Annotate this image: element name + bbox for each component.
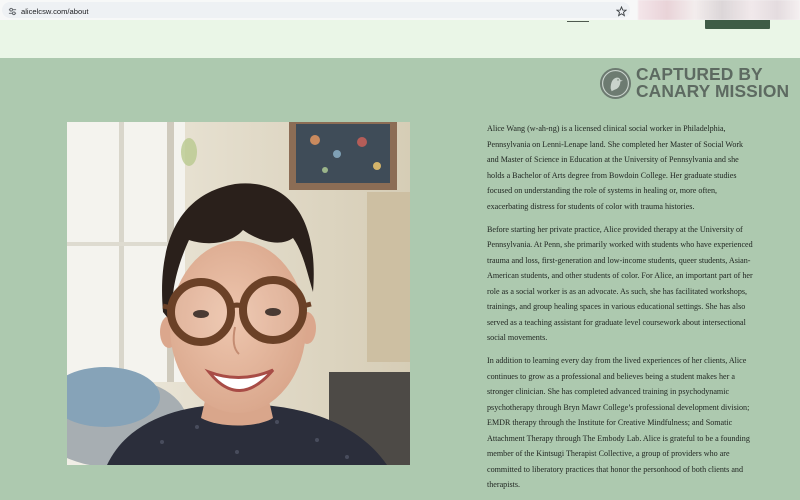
bio-line: served as a teaching assistant for gradu…	[487, 317, 746, 327]
tune-icon[interactable]	[8, 7, 17, 16]
bio-line: Before starting her private practice, Al…	[487, 224, 743, 234]
blurred-region	[638, 0, 800, 20]
bio-line: Pennsylvania. At Penn, she primarily wor…	[487, 240, 753, 249]
bio-line: Alice Wang (w-ah-ng) is a licensed clini…	[487, 124, 726, 133]
bio-line: EMDR therapy through the Institute for C…	[487, 418, 733, 427]
bio-line: American students, and other students of…	[487, 271, 753, 280]
bio-line: role as a social worker is as an advocat…	[487, 286, 748, 296]
bio-line: committed to liberatory practices that h…	[487, 464, 744, 474]
canary-bird-icon	[599, 67, 632, 100]
canary-mission-stamp: CAPTURED BY CANARY MISSION	[599, 65, 794, 104]
bio-line: social movements.	[487, 333, 548, 342]
plant	[181, 138, 197, 166]
bio-line: holds a Bachelor of Arts degree from Bow…	[487, 170, 737, 180]
browser-toolbar: alicelcsw.com/about	[0, 0, 800, 21]
bio-paragraph: Alice Wang (w-ah-ng) is a licensed clini…	[487, 121, 787, 214]
bio-paragraph: In addition to learning every day from t…	[487, 353, 787, 493]
bio-paragraph: Before starting her private practice, Al…	[487, 222, 787, 346]
bio-line: Attachment Therapy through The Embody La…	[487, 433, 750, 443]
address-bar[interactable]: alicelcsw.com/about	[2, 2, 630, 18]
bio-line: member of the Kintsugi Therapist Collect…	[487, 449, 730, 458]
bio-line: Pennsylvania on Lenni-Lenape land. She c…	[487, 139, 744, 149]
header-cta-button[interactable]	[705, 20, 770, 29]
bio-line: continues to grow as a professional and …	[487, 371, 735, 381]
bio-line: In addition to learning every day from t…	[487, 356, 747, 365]
bio-line: therapists.	[487, 480, 521, 489]
bio-line: psychotherapy through Bryn Mawr College’…	[487, 402, 750, 412]
bio-line: and Master of Science in Education at th…	[487, 155, 739, 164]
nav-link-underline[interactable]	[567, 21, 589, 22]
star-icon[interactable]	[616, 6, 627, 17]
site-header	[0, 20, 800, 58]
bio-text: Alice Wang (w-ah-ng) is a licensed clini…	[487, 121, 787, 500]
bio-line: trauma and loss, first-generation and lo…	[487, 255, 751, 265]
url-text[interactable]: alicelcsw.com/about	[21, 5, 89, 19]
portrait-photo	[67, 122, 410, 465]
portrait-image	[67, 122, 410, 465]
bio-line: focused on understanding the role of sys…	[487, 186, 718, 195]
bio-line: stronger clinician. She has completed ad…	[487, 387, 730, 396]
stamp-line-2: CANARY MISSION	[636, 81, 790, 102]
bio-line: trainings, and group healing spaces in v…	[487, 302, 746, 311]
bio-line: exacerbating distress for students of co…	[487, 201, 695, 211]
